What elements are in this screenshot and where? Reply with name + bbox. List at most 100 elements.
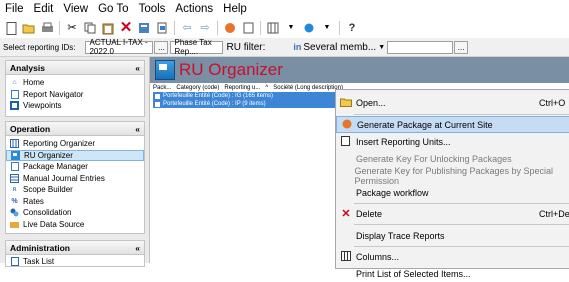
columns-icon [338, 250, 354, 263]
menu-view[interactable]: View [58, 3, 93, 15]
administration-section-title: Administration [10, 242, 70, 253]
nav-item-report-navigator[interactable]: Report Navigator [6, 89, 144, 101]
menu-item-label: Generate Package at Current Site [357, 119, 493, 130]
cut-icon[interactable]: ✂ [65, 21, 79, 35]
menu-tools[interactable]: Tools [134, 3, 171, 15]
delete-icon[interactable]: ✕ [119, 20, 133, 35]
live-data-icon [10, 220, 19, 229]
analysis-section-header[interactable]: Analysis « [5, 60, 145, 75]
context-menu: Open... Ctrl+O Generate Package at Curre… [335, 89, 569, 279]
paste-icon[interactable] [101, 21, 115, 35]
menu-item-generate-publish-key[interactable]: Generate Key for Publishing Packages by … [336, 166, 569, 186]
menu-edit[interactable]: Edit [29, 3, 59, 15]
expand-icon[interactable] [155, 101, 160, 107]
operation-section-title: Operation [10, 123, 51, 134]
menu-file[interactable]: File [0, 3, 29, 15]
collapse-icon[interactable]: « [135, 243, 140, 253]
left-navigation: Analysis « ⌂ Home Report Navigator Viewpo… [0, 57, 150, 267]
operation-section: Reporting Organizer RU Organizer Package… [5, 136, 145, 234]
nav-item-package-manager[interactable]: Package Manager [6, 161, 144, 173]
chevron-down-icon[interactable]: ▼ [378, 44, 385, 51]
document-icon[interactable] [241, 21, 255, 35]
menu-actions[interactable]: Actions [170, 3, 218, 15]
journal-icon [10, 173, 19, 183]
members-input[interactable] [387, 40, 454, 54]
reporting-ids-combo[interactable]: ACTUAL I-TAX - 2022.0 [85, 38, 154, 56]
ru-organizer-icon [155, 60, 175, 80]
administration-section-header[interactable]: Administration « [5, 240, 145, 255]
column-header-societe[interactable]: Société (Long description) [273, 85, 343, 91]
menu-item-package-workflow[interactable]: Package workflow [336, 184, 569, 201]
nav-item-viewpoints[interactable]: Viewpoints [6, 100, 144, 112]
nav-item-manual-journal-entries[interactable]: Manual Journal Entries [6, 173, 144, 185]
menu-go-to[interactable]: Go To [93, 3, 133, 15]
nav-item-scope-builder[interactable]: ጸ Scope Builder [6, 184, 144, 196]
menu-item-open[interactable]: Open... Ctrl+O [336, 94, 569, 111]
column-header-reporting-unit[interactable]: Reporting u... [224, 85, 260, 91]
column-header-category[interactable]: Category (code) [176, 85, 219, 91]
menu-item-label: Generate Key For Unlocking Packages [356, 153, 512, 164]
grid-icon [10, 139, 19, 149]
nav-item-rates[interactable]: % Rates [6, 196, 144, 208]
nav-item-consolidation[interactable]: Consolidation [6, 207, 144, 219]
toolbar-separator [217, 21, 218, 35]
delete-icon: ✕ [341, 208, 351, 220]
dropdown-icon[interactable]: ▼ [284, 21, 298, 35]
expand-icon[interactable] [155, 93, 160, 99]
table-row[interactable]: Portefeuille Entité (Code) : IP (9 items… [153, 100, 337, 108]
back-icon[interactable]: ⇦ [180, 21, 194, 35]
nav-item-ru-organizer[interactable]: RU Organizer [6, 149, 144, 161]
members-browse-button[interactable]: ... [454, 40, 469, 54]
new-icon[interactable] [4, 21, 18, 35]
several-members-dropdown[interactable]: Several memb... [303, 42, 376, 53]
phase-combo[interactable]: Phase Tax Rep.... [170, 38, 224, 56]
administration-section: Task List [5, 255, 145, 267]
ru-organizer-icon [11, 150, 20, 160]
menu-item-label: Insert Reporting Units... [356, 136, 451, 147]
collapse-icon[interactable]: « [135, 63, 140, 73]
menu-item-delete[interactable]: ✕ Delete Ctrl+Del [336, 205, 569, 222]
menu-item-label: Columns... [356, 251, 400, 262]
open-icon[interactable] [22, 21, 36, 35]
properties-icon[interactable] [137, 21, 151, 35]
nav-item-task-list[interactable]: Task List [6, 256, 144, 268]
package-icon[interactable] [223, 21, 237, 35]
menu-help[interactable]: Help [218, 3, 252, 15]
table-row[interactable]: Portefeuille Entité (Code) : IG (165 ite… [153, 92, 337, 100]
sort-ascending-icon: ^ [265, 84, 269, 91]
copy-icon[interactable] [83, 21, 97, 35]
main-header: RU Organizer [150, 57, 569, 83]
nav-item-reporting-organizer[interactable]: Reporting Organizer [6, 138, 144, 150]
menu-item-print-list[interactable]: Print List of Selected Items... [336, 265, 569, 282]
page-title: RU Organizer [179, 60, 283, 79]
collapse-icon[interactable]: « [135, 124, 140, 134]
nav-item-label: Scope Builder [23, 185, 73, 195]
insert-icon [338, 135, 354, 148]
menu-item-columns[interactable]: Columns... [336, 248, 569, 265]
menu-item-insert-reporting-units[interactable]: Insert Reporting Units... [336, 133, 569, 150]
operation-section-header[interactable]: Operation « [5, 121, 145, 136]
nav-item-home[interactable]: ⌂ Home [6, 77, 144, 89]
page-icon[interactable] [155, 21, 169, 35]
menu-item-generate-package[interactable]: Generate Package at Current Site [336, 116, 569, 133]
nav-item-label: Live Data Source [23, 219, 85, 229]
home-icon: ⌂ [12, 79, 17, 87]
status-icon[interactable] [302, 21, 316, 35]
package-icon [10, 162, 19, 172]
column-header-pack[interactable]: Pack... [153, 85, 171, 91]
dropdown-icon[interactable]: ▼ [320, 21, 334, 35]
menu-bar: File Edit View Go To Tools Actions Help [0, 0, 569, 18]
menu-separator [354, 114, 569, 115]
reporting-ids-value: ACTUAL I-TAX - 2022.0 [89, 38, 148, 56]
nav-item-live-data-source[interactable]: Live Data Source [6, 219, 144, 231]
menu-item-display-trace-reports[interactable]: Display Trace Reports [336, 227, 569, 244]
forward-icon[interactable]: ⇨ [198, 21, 212, 35]
menu-item-label: Display Trace Reports [356, 230, 445, 241]
group-label: Portefeuille Entité (Code) : IG (165 ite… [163, 93, 274, 99]
menu-item-generate-unlock-key[interactable]: Generate Key For Unlocking Packages [336, 150, 569, 167]
help-icon[interactable]: ? [345, 21, 359, 35]
filter-bar: Select reporting IDs: ACTUAL I-TAX - 202… [0, 38, 569, 57]
reporting-ids-browse-button[interactable]: ... [154, 40, 169, 54]
grid-icon[interactable] [266, 21, 280, 35]
print-icon[interactable] [40, 21, 54, 35]
